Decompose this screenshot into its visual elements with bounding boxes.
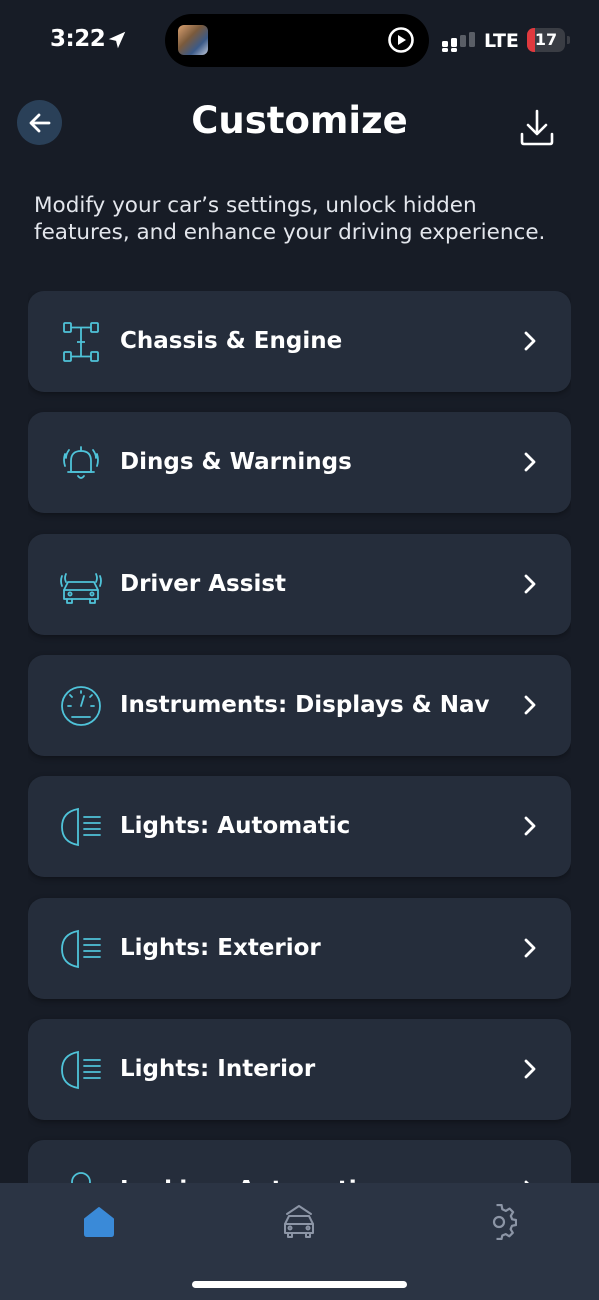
- chevron-right-icon: [524, 695, 536, 715]
- chevron-right-icon: [524, 816, 536, 836]
- menu-item-driver-assist[interactable]: Driver Assist: [28, 533, 571, 635]
- chevron-right-icon: [524, 331, 536, 351]
- menu-item-locking-automatic[interactable]: Locking: Automatic: [28, 1140, 571, 1183]
- menu-item-label: Dings & Warnings: [120, 449, 352, 476]
- back-button[interactable]: [17, 100, 62, 145]
- battery-percent: 17: [534, 30, 558, 49]
- gear-icon: [492, 1204, 517, 1240]
- headlight-icon: [61, 929, 101, 968]
- chassis-icon: [63, 322, 99, 362]
- chevron-right-icon: [524, 938, 536, 957]
- customize-menu-list[interactable]: Chassis & Engine Dings & Warnings Driver A…: [28, 291, 571, 1183]
- page-title: Customize: [191, 99, 408, 142]
- menu-item-instruments-displays-nav[interactable]: Instruments: Displays & Nav: [28, 654, 571, 756]
- menu-item-label: Chassis & Engine: [120, 328, 343, 354]
- play-circle-icon: [388, 27, 414, 53]
- menu-item-label: Lights: Automatic: [120, 813, 351, 840]
- menu-item-lights-automatic[interactable]: Lights: Automatic: [28, 776, 571, 878]
- chevron-right-icon: [524, 1059, 536, 1079]
- dynamic-island[interactable]: [165, 14, 429, 67]
- menu-item-label: Driver Assist: [120, 570, 287, 597]
- tab-home[interactable]: [74, 1197, 124, 1247]
- bell-icon: [63, 446, 99, 480]
- page-description: Modify your car’s settings, unlock hidde…: [34, 193, 546, 245]
- tab-settings[interactable]: [474, 1197, 524, 1247]
- chevron-right-icon: [524, 574, 536, 593]
- battery-cap: [567, 36, 570, 44]
- location-arrow-icon: [108, 31, 126, 49]
- menu-item-label: Instruments: Displays & Nav: [120, 691, 490, 718]
- menu-item-label: Locking: Automatic: [120, 1140, 370, 1183]
- home-icon: [84, 1207, 114, 1237]
- status-time: 3:22: [50, 26, 106, 52]
- menu-item-lights-interior[interactable]: Lights: Interior: [28, 1018, 571, 1120]
- network-type: LTE: [484, 30, 519, 52]
- headlight-icon: [61, 1050, 101, 1089]
- menu-item-dings-warnings[interactable]: Dings & Warnings: [28, 412, 571, 514]
- menu-item-chassis-engine[interactable]: Chassis & Engine: [28, 291, 571, 392]
- headlight-icon: [61, 808, 101, 847]
- arrow-left-icon: [29, 113, 50, 132]
- car-icon: [284, 1205, 314, 1238]
- status-bar: 3:22 LTE 17: [0, 0, 599, 80]
- menu-item-label: Lights: Interior: [120, 1055, 316, 1082]
- chevron-right-icon: [524, 452, 536, 472]
- home-indicator: [192, 1281, 407, 1288]
- download-icon: [520, 109, 554, 146]
- menu-item-label: Lights: Exterior: [120, 934, 321, 961]
- now-playing-artwork: [178, 25, 208, 55]
- car-sensor-icon: [60, 572, 102, 604]
- download-button[interactable]: [515, 106, 559, 150]
- gauge-icon: [61, 685, 101, 726]
- battery-indicator: 17: [527, 28, 565, 52]
- lock-icon: [71, 1172, 91, 1183]
- signal-strength-icon: [442, 32, 475, 52]
- menu-item-lights-exterior[interactable]: Lights: Exterior: [28, 897, 571, 999]
- tab-vehicle[interactable]: [274, 1197, 324, 1247]
